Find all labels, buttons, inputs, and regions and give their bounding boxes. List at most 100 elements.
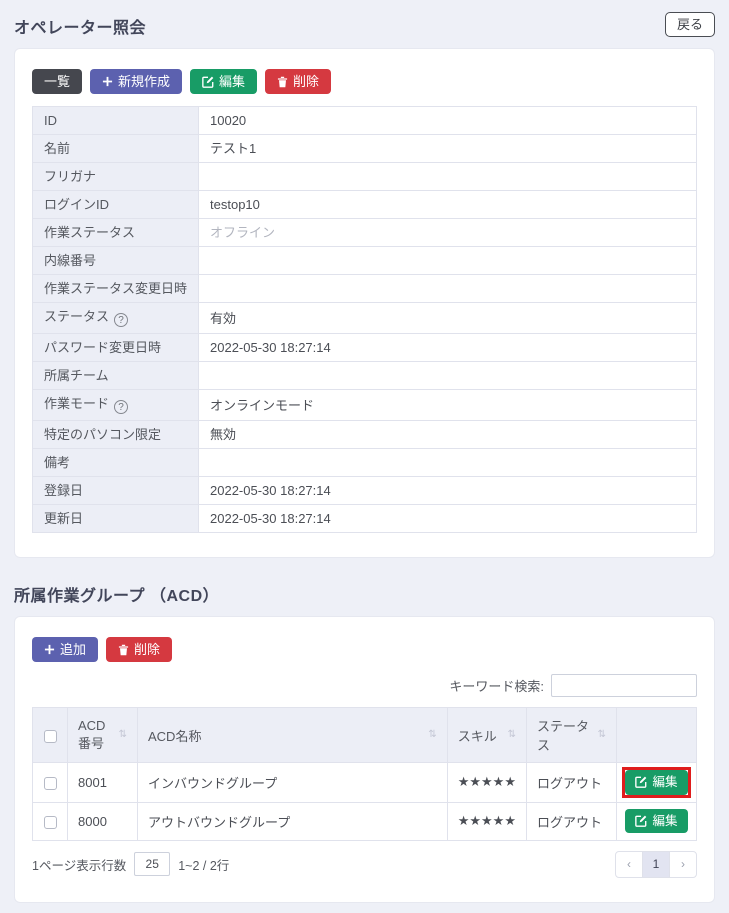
trash-icon	[118, 644, 129, 656]
operator-detail-card: 一覧 新規作成 編集 削除 ID 10020	[14, 48, 715, 558]
sort-icon[interactable]: ⇅	[428, 730, 436, 740]
detail-value	[199, 247, 697, 275]
sort-icon[interactable]: ⇅	[508, 730, 516, 740]
row-edit-button-label: 編集	[652, 815, 677, 828]
row-edit-button[interactable]: 編集	[625, 770, 687, 795]
detail-label-cell: 内線番号	[33, 247, 199, 275]
detail-label: 登録日	[44, 483, 83, 498]
edit-button-highlight-box: 編集	[622, 767, 690, 798]
detail-row: パスワード変更日時 2022-05-30 18:27:14	[33, 334, 697, 362]
row-edit-button[interactable]: 編集	[625, 809, 687, 834]
per-page-input[interactable]	[134, 852, 170, 876]
detail-label-cell: 更新日	[33, 505, 199, 533]
detail-value: オフライン	[199, 219, 697, 247]
acd-table: ACD番号⇅ ACD名称⇅ スキル⇅ ステータス⇅ 8001 インバウンドグルー…	[32, 707, 697, 841]
detail-value: 2022-05-30 18:27:14	[199, 334, 697, 362]
row-checkbox-cell	[33, 802, 68, 840]
detail-label-cell: 作業ステータス変更日時	[33, 275, 199, 303]
status-cell: ログアウト	[527, 802, 617, 840]
page-header: オペレーター照会 戻る	[14, 12, 715, 38]
detail-value: 無効	[199, 421, 697, 449]
sort-icon[interactable]: ⇅	[119, 730, 127, 740]
delete-button[interactable]: 削除	[265, 69, 331, 94]
back-button[interactable]: 戻る	[665, 12, 715, 37]
row-actions-cell: 編集	[617, 802, 697, 840]
detail-label: 名前	[44, 141, 70, 156]
help-icon[interactable]: ?	[114, 400, 128, 414]
detail-label: 作業ステータス	[44, 225, 135, 240]
detail-value: 有効	[199, 303, 697, 334]
row-checkbox[interactable]	[44, 777, 57, 790]
edit-pencil-icon	[635, 776, 647, 788]
detail-row: ID 10020	[33, 107, 697, 135]
detail-label: 所属チーム	[44, 368, 109, 383]
detail-label: ステータス	[44, 309, 109, 324]
row-checkbox[interactable]	[44, 816, 57, 829]
detail-row: 作業ステータス変更日時	[33, 275, 697, 303]
edit-button-highlight-box: 編集	[625, 809, 687, 834]
select-all-checkbox[interactable]	[44, 730, 57, 743]
status-cell: ログアウト	[527, 763, 617, 803]
detail-value	[199, 449, 697, 477]
edit-pencil-icon	[202, 76, 214, 88]
edit-pencil-icon	[635, 815, 647, 827]
prev-page-button[interactable]: ‹	[615, 851, 643, 878]
keyword-search-input[interactable]	[551, 674, 697, 697]
detail-value: オンラインモード	[199, 390, 697, 421]
detail-value	[199, 275, 697, 303]
detail-label: 作業ステータス変更日時	[44, 281, 187, 296]
detail-label: 備考	[44, 455, 70, 470]
create-button[interactable]: 新規作成	[90, 69, 182, 94]
select-all-checkbox-cell	[33, 708, 68, 763]
column-header-acd-no[interactable]: ACD番号⇅	[68, 708, 138, 763]
detail-label-cell: ID	[33, 107, 199, 135]
detail-label: 内線番号	[44, 253, 96, 268]
detail-row: 作業モード? オンラインモード	[33, 390, 697, 421]
detail-label-cell: 備考	[33, 449, 199, 477]
skill-stars-cell: ★★★★★	[447, 802, 526, 840]
detail-value: テスト1	[199, 135, 697, 163]
detail-label-cell: 作業ステータス	[33, 219, 199, 247]
page-title: オペレーター照会	[14, 12, 146, 38]
keyword-search-label: キーワード検索:	[449, 676, 544, 695]
skill-stars-cell: ★★★★★	[447, 763, 526, 803]
acd-delete-button[interactable]: 削除	[106, 637, 172, 662]
acd-number-cell: 8001	[68, 763, 138, 803]
detail-label: 特定のパソコン限定	[44, 427, 161, 442]
detail-row: フリガナ	[33, 163, 697, 191]
detail-label: 更新日	[44, 511, 83, 526]
detail-row: 所属チーム	[33, 362, 697, 390]
row-checkbox-cell	[33, 763, 68, 803]
plus-icon	[102, 76, 113, 87]
column-header-status[interactable]: ステータス⇅	[527, 708, 617, 763]
detail-label-cell: フリガナ	[33, 163, 199, 191]
page-1-button[interactable]: 1	[642, 851, 670, 878]
sort-icon[interactable]: ⇅	[598, 730, 606, 740]
column-header-skill[interactable]: スキル⇅	[447, 708, 526, 763]
detail-label-cell: パスワード変更日時	[33, 334, 199, 362]
row-edit-button-label: 編集	[652, 776, 677, 789]
acd-row: 8000 アウトバウンドグループ ★★★★★ ログアウト 編集	[33, 802, 697, 840]
next-page-button[interactable]: ›	[669, 851, 697, 878]
detail-label: 作業モード	[44, 396, 109, 411]
add-button[interactable]: 追加	[32, 637, 98, 662]
acd-toolbar: 追加 削除	[32, 637, 697, 662]
detail-row: ステータス? 有効	[33, 303, 697, 334]
detail-label-cell: 所属チーム	[33, 362, 199, 390]
edit-button[interactable]: 編集	[190, 69, 257, 94]
detail-label-cell: 特定のパソコン限定	[33, 421, 199, 449]
add-button-label: 追加	[60, 643, 86, 656]
detail-value: 10020	[199, 107, 697, 135]
detail-label: ログインID	[44, 197, 109, 212]
detail-row: 登録日 2022-05-30 18:27:14	[33, 477, 697, 505]
detail-row: 内線番号	[33, 247, 697, 275]
detail-label-cell: 登録日	[33, 477, 199, 505]
detail-value	[199, 163, 697, 191]
help-icon[interactable]: ?	[114, 313, 128, 327]
acd-header-row: ACD番号⇅ ACD名称⇅ スキル⇅ ステータス⇅	[33, 708, 697, 763]
detail-row: ログインID testop10	[33, 191, 697, 219]
column-header-acd-name[interactable]: ACD名称⇅	[138, 708, 448, 763]
detail-label: ID	[44, 113, 57, 128]
list-button[interactable]: 一覧	[32, 69, 82, 94]
acd-number-cell: 8000	[68, 802, 138, 840]
